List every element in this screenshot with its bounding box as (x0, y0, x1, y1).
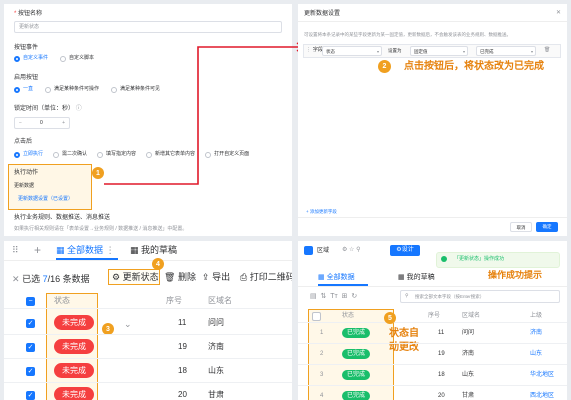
annotation-badge-2: 2 (378, 60, 391, 73)
table-icon: ▦ (398, 274, 405, 281)
table-header: 状态 序号 区域名 上级 (298, 309, 567, 323)
table-row: 2 已完成 19 济南 山东 (298, 344, 567, 365)
field-select[interactable]: 状态 ▾ (322, 46, 382, 56)
annotation-badge-4: 4 (152, 258, 164, 270)
selection-info: ✕ 已选 7/16 条数据 (12, 274, 90, 284)
delete-button[interactable]: 🗑 删除 (164, 272, 196, 283)
list-after-panel: 区域 ⚙ ☆ ⚲ ⚙设计 「更新状态」操作成功 操作成功提示 ▦ 全部数据 ▦ … (298, 241, 567, 400)
print-qrcode-button[interactable]: ⎙ 打印二维码 (240, 272, 292, 283)
drag-icon[interactable]: ⠿ (12, 246, 19, 255)
table-row: ✓ 未完成 19 济南 (4, 335, 292, 359)
table-row: 1 已完成 11 问问 济南 (298, 323, 567, 344)
table-row: ✓ 未完成 20 甘肃 (4, 383, 292, 400)
search-icon: ⚲ (405, 293, 409, 299)
toolbar-icons[interactable]: ⚙ ☆ ⚲ (342, 246, 361, 254)
app-title: 区域 (317, 248, 330, 254)
table-header: − 状态 序号 区域名 (4, 293, 292, 309)
value-type-select[interactable]: 固定值 ▾ (410, 46, 468, 56)
list-before-panel: ⠿ + ▦ 全部数据 ⋮ ▦ 我的草稿 ✕ 已选 7/16 条数据 ⚙ 更新状态… (4, 241, 292, 400)
select-all-checkbox[interactable] (312, 312, 321, 321)
search-input[interactable]: ⚲ 搜索全部文本字段（按Enter搜索） (400, 290, 560, 303)
table-row: 3 已完成 18 山东 华北地区 (298, 365, 567, 386)
chevron-down-icon: ▾ (462, 49, 465, 54)
chevron-down-icon: ▾ (376, 49, 379, 54)
tab-all-data[interactable]: ▦ 全部数据 ⋮ (56, 245, 115, 256)
chevron-down-icon: ▾ (530, 49, 533, 54)
tab-all-data[interactable]: ▦ 全部数据 (318, 273, 355, 282)
table-row: ✓ 未完成 11 问问 (4, 311, 292, 335)
tab-my-drafts[interactable]: ▦ 我的草稿 (398, 273, 435, 282)
gear-icon: ⚙ (112, 272, 121, 282)
update-data-dialog: 更新数据设置 ✕ 可设置将本条记录中的某些字段更新为某一固定值，更新数据后，不会… (298, 4, 567, 236)
set-as-label: 设置为 (388, 48, 402, 53)
add-field-link[interactable]: + 添加更新字段 (306, 208, 337, 215)
dialog-title: 更新数据设置 (304, 11, 341, 17)
export-button[interactable]: ⇪ 导出 (202, 272, 230, 283)
delete-icon[interactable]: 🗑 (544, 47, 550, 54)
add-icon[interactable]: + (34, 244, 41, 256)
select-all-checkbox[interactable]: − (26, 297, 35, 306)
toast-text: 「更新状态」操作成功 (454, 256, 505, 262)
table-row: ✓ 未完成 18 山东 (4, 359, 292, 383)
cancel-button[interactable]: 取消 (510, 222, 532, 232)
filter-icons[interactable]: ▤ ⇅ Tт ⊞ ↻ (310, 293, 357, 301)
table-icon: ▦ (318, 274, 325, 281)
tab-my-drafts[interactable]: ▦ 我的草稿 (130, 245, 177, 256)
printer-icon: ⎙ (240, 272, 248, 282)
app-icon (304, 246, 313, 255)
design-button[interactable]: ⚙设计 (390, 245, 420, 256)
close-icon[interactable]: ✕ (556, 9, 561, 17)
table-icon: ▦ (56, 245, 65, 255)
success-annotation: 操作成功提示 (488, 270, 543, 280)
table-icon: ▦ (130, 245, 139, 255)
dialog-desc: 可设置将本条记录中的某些字段更新为某一固定值，更新数据后，不会触发该表的业务规则… (304, 32, 511, 37)
trash-icon: 🗑 (164, 272, 176, 282)
ok-button[interactable]: 确定 (536, 222, 558, 232)
export-icon: ⇪ (202, 272, 210, 282)
table-row: 4 已完成 20 甘肃 西北地区 (298, 386, 567, 400)
value-select[interactable]: 已完成 ▾ (476, 46, 536, 56)
annotation-text-2: 点击按钮后，将状态改为已完成 (404, 61, 544, 72)
check-circle-icon (441, 256, 447, 262)
close-icon: ✕ (12, 274, 20, 284)
